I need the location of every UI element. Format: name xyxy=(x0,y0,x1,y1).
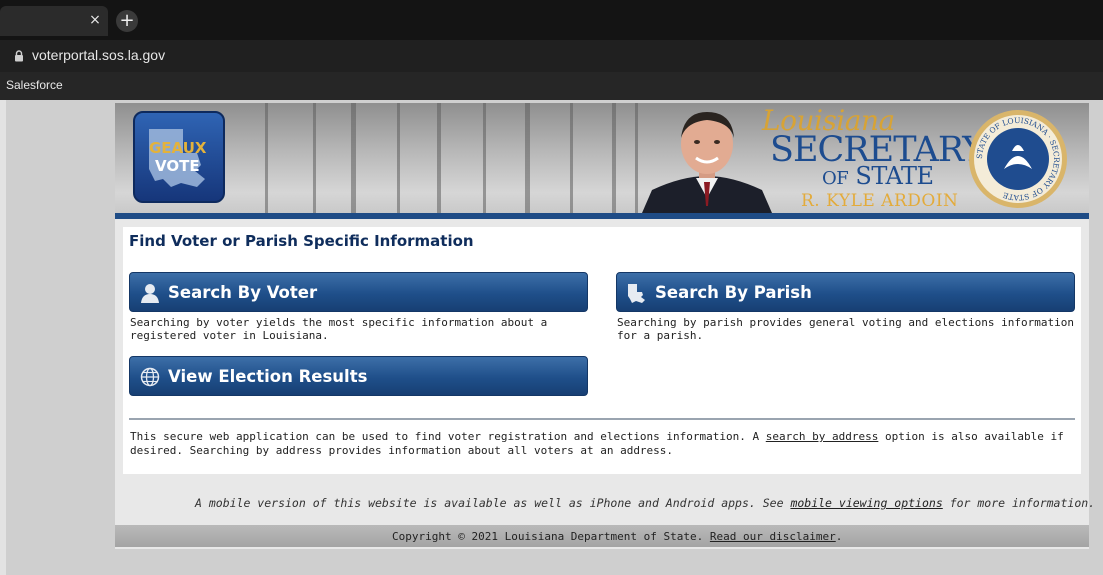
browser-tab[interactable]: × xyxy=(0,6,108,36)
bookmarks-bar: Salesforce xyxy=(0,72,1103,100)
mobile-notice-start: A mobile version of this website is avai… xyxy=(195,496,791,510)
globe-icon xyxy=(140,367,160,387)
person-icon xyxy=(141,284,159,303)
browser-tab-bar: × + xyxy=(0,0,1103,40)
search-by-voter-button[interactable]: Search By Voter xyxy=(129,272,588,312)
info-text-start: This secure web application can be used … xyxy=(130,430,766,443)
search-by-parish-label: Search By Parish xyxy=(655,283,812,302)
page-title: Find Voter or Parish Specific Informatio… xyxy=(129,232,474,250)
geaux-vote-logo[interactable]: GEAUX VOTE xyxy=(133,111,225,203)
louisiana-shape-icon: GEAUX VOTE xyxy=(149,129,207,187)
mobile-notice-end: for more information. xyxy=(942,496,1096,510)
url-text[interactable]: voterportal.sos.la.gov xyxy=(32,47,165,63)
louisiana-map-icon xyxy=(628,284,645,303)
address-bar[interactable]: voterportal.sos.la.gov xyxy=(0,40,1103,72)
disclaimer-link[interactable]: Read our disclaimer xyxy=(710,530,836,543)
view-election-results-label: View Election Results xyxy=(168,367,368,386)
lock-icon xyxy=(15,50,23,62)
header-title-of-state: OF STATE xyxy=(822,162,934,190)
search-by-parish-description: Searching by parish provides general vot… xyxy=(617,316,1074,342)
copyright-text: Copyright © 2021 Louisiana Department of… xyxy=(392,530,842,543)
divider xyxy=(129,418,1075,420)
banner-stripe xyxy=(115,213,1089,219)
state-seal: STATE OF LOUISIANA · SECRETARY OF STATE xyxy=(969,110,1067,208)
header-title-state: STATE xyxy=(855,162,934,190)
search-by-voter-description: Searching by voter yields the most speci… xyxy=(130,316,548,342)
copyright-label: Copyright © 2021 Louisiana Department of… xyxy=(392,530,710,543)
view-election-results-button[interactable]: View Election Results xyxy=(129,356,588,396)
logo-text-geaux: GEAUX xyxy=(149,139,207,157)
logo-text-vote: VOTE xyxy=(155,157,200,175)
search-by-address-link[interactable]: search by address xyxy=(766,430,879,443)
header-title-of: OF xyxy=(822,168,849,189)
new-tab-button[interactable]: + xyxy=(116,10,138,32)
close-tab-icon[interactable]: × xyxy=(86,11,104,29)
header-official-name: R. KYLE ARDOIN xyxy=(801,191,959,211)
mobile-notice: A mobile version of this website is avai… xyxy=(195,496,1095,510)
search-by-voter-label: Search By Voter xyxy=(168,283,318,302)
official-portrait xyxy=(642,112,772,213)
bookmark-salesforce[interactable]: Salesforce xyxy=(6,78,63,92)
mobile-viewing-options-link[interactable]: mobile viewing options xyxy=(790,496,942,510)
copyright-end: . xyxy=(835,530,843,543)
info-text: This secure web application can be used … xyxy=(130,430,1075,458)
search-by-parish-button[interactable]: Search By Parish xyxy=(616,272,1075,312)
